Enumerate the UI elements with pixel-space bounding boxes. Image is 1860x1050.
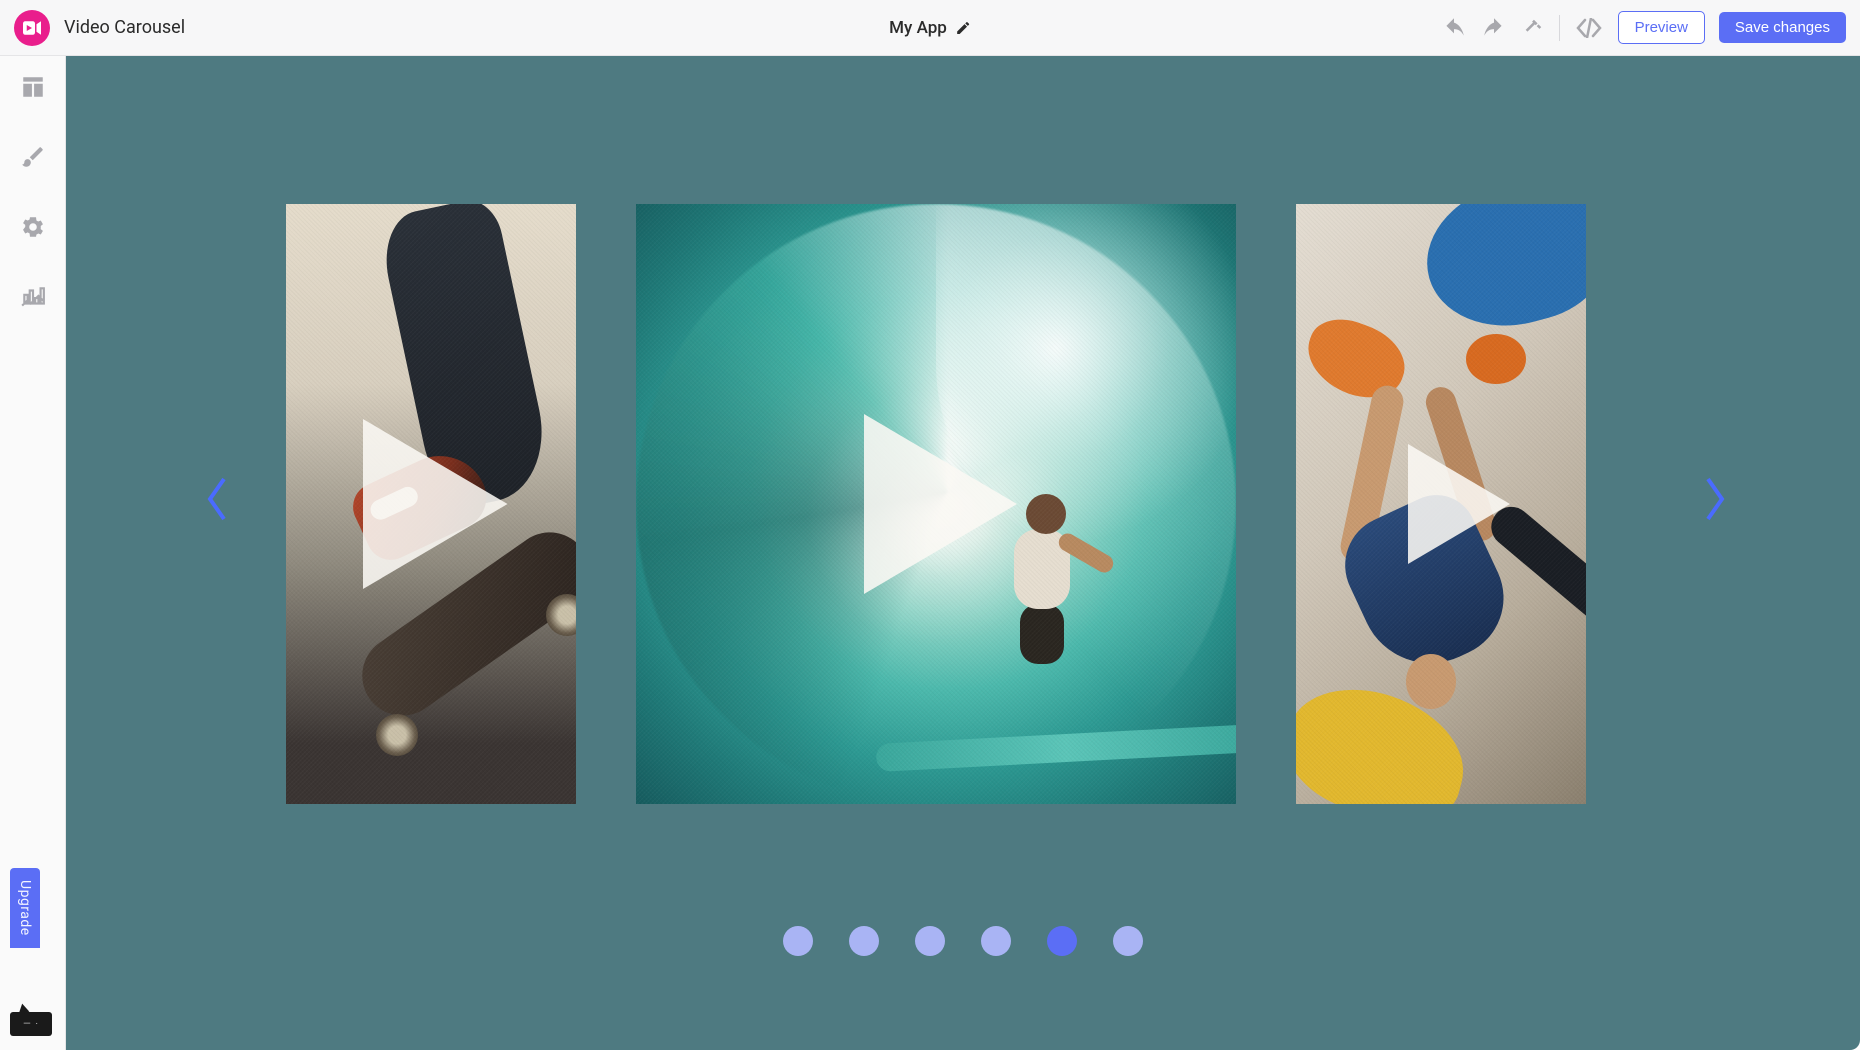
app-title: My App [889,18,947,38]
carousel-slide-prev[interactable] [286,204,576,804]
code-icon[interactable] [1574,18,1604,38]
carousel-dot-6[interactable] [1113,926,1143,956]
carousel-prev-button[interactable] [202,474,232,528]
plugin-icon [14,10,50,46]
redo-icon[interactable] [1481,18,1507,38]
top-bar: Video Carousel My App Preview Save chang… [0,0,1860,56]
save-button[interactable]: Save changes [1719,12,1846,43]
layout-icon[interactable] [20,74,46,104]
carousel-slide-active[interactable] [636,204,1236,804]
brush-icon[interactable] [20,144,46,174]
brand: Video Carousel [14,10,185,46]
undo-icon[interactable] [1441,18,1467,38]
carousel-dot-5[interactable] [1047,926,1077,956]
provider-logo[interactable]: — · [10,1012,52,1036]
carousel-dot-1[interactable] [783,926,813,956]
left-sidebar: Upgrade — · [0,56,66,1050]
play-icon[interactable] [346,409,516,599]
carousel [66,204,1860,804]
carousel-dot-3[interactable] [915,926,945,956]
carousel-next-button[interactable] [1700,474,1730,528]
carousel-slide-next[interactable] [1296,204,1586,804]
play-icon[interactable] [846,404,1026,604]
app-title-wrap: My App [889,18,971,38]
edit-title-icon[interactable] [955,20,971,36]
carousel-dot-2[interactable] [849,926,879,956]
header-actions: Preview Save changes [1441,11,1846,44]
carousel-dots [783,926,1143,956]
play-icon[interactable] [1396,409,1516,599]
hammer-icon[interactable] [1521,17,1545,39]
carousel-dot-4[interactable] [981,926,1011,956]
divider [1559,15,1560,41]
gear-icon[interactable] [20,214,46,244]
upgrade-button[interactable]: Upgrade [10,868,40,948]
plugin-name: Video Carousel [64,17,185,38]
preview-button[interactable]: Preview [1618,11,1705,44]
canvas [66,56,1860,1050]
analytics-icon[interactable] [20,284,46,314]
